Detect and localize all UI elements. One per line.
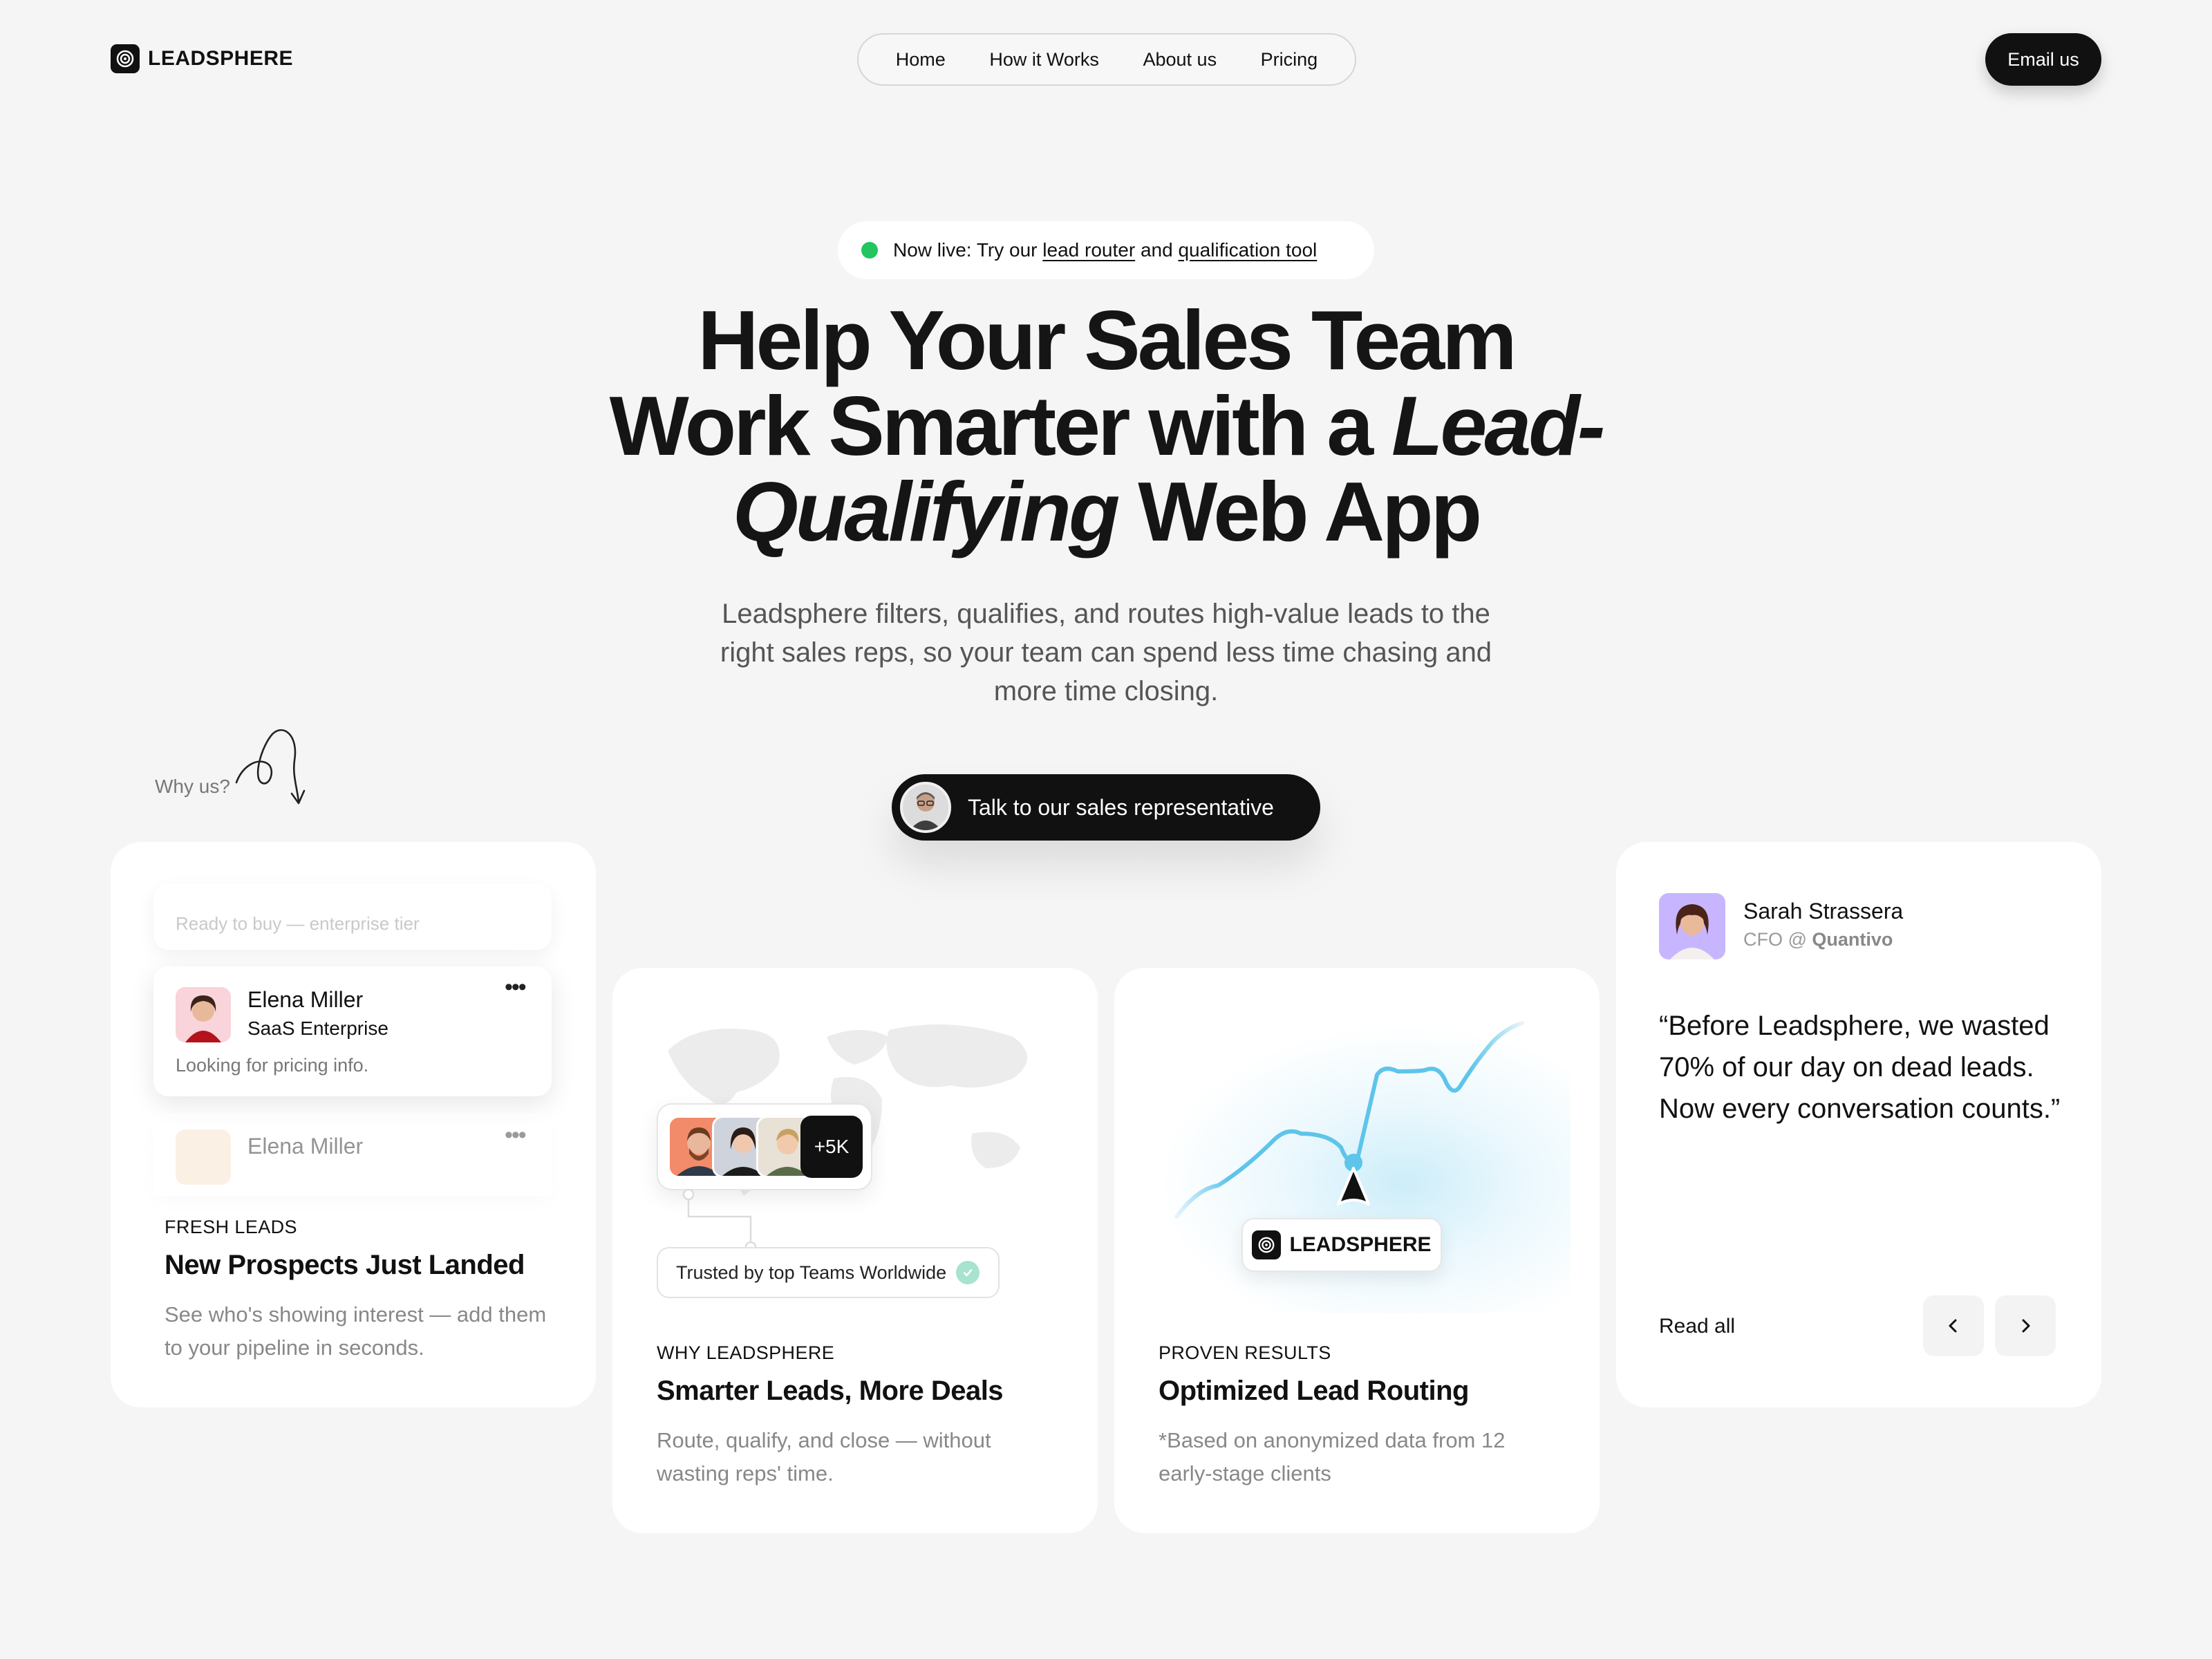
why-us-label: Why us? [155,776,230,797]
lead-avatar [176,987,231,1042]
hero-title-line3a: Qualifying [732,465,1120,559]
brand-logo[interactable]: LEADSPHERE [111,44,293,73]
lead-company: SaaS Enterprise [247,1018,388,1039]
why-leadsphere-title: Smarter Leads, More Deals [657,1376,1004,1406]
main-nav: Home How it Works About us Pricing [857,33,1356,86]
hero-title-line2a: Work Smarter with a [609,379,1391,473]
ghost-lead-text: Ready to buy — enterprise tier [176,913,420,934]
lead-card-faded: Elena Miller ••• [153,1113,552,1196]
fresh-leads-card: Ready to buy — enterprise tier Elena Mil… [111,842,596,1407]
proven-results-eyebrow: PROVEN RESULTS [1159,1342,1331,1363]
fresh-leads-title: New Prospects Just Landed [165,1250,525,1280]
read-all-link[interactable]: Read all [1659,1315,1735,1338]
chevron-right-icon [2022,1319,2030,1333]
email-us-button[interactable]: Email us [1985,33,2101,86]
lead-card[interactable]: Elena Miller SaaS Enterprise Looking for… [153,966,552,1096]
hero-subtitle: Leadsphere filters, qualifies, and route… [720,599,1492,706]
nav-about-us[interactable]: About us [1143,49,1217,71]
why-leadsphere-eyebrow: WHY LEADSPHERE [657,1342,835,1363]
live-status-dot [861,242,878,259]
nav-home[interactable]: Home [896,49,946,71]
prev-testimonial-button[interactable] [1923,1295,1984,1356]
team-avatar-stack: +5K [657,1103,872,1190]
testimonial-role: CFO @ Quantivo [1743,929,1893,950]
qualification-tool-link[interactable]: qualification tool [1178,239,1317,261]
more-dots-icon: ••• [505,1122,527,1148]
more-members-count: +5K [800,1116,863,1178]
cta-label: Talk to our sales representative [968,794,1274,820]
arrow-doodle-icon [235,729,306,805]
check-icon [956,1261,980,1284]
lead-router-link[interactable]: lead router [1042,239,1135,261]
leadsphere-chip: LEADSPHERE [1241,1218,1442,1272]
testimonial-role-prefix: CFO @ [1743,929,1807,950]
location-pin-icon [1337,1167,1370,1206]
testimonial-avatar [1659,893,1725,959]
why-leadsphere-desc: Route, qualify, and close — without wast… [657,1428,991,1485]
connector-line [682,1189,757,1251]
sales-rep-avatar [900,782,951,833]
trusted-text: Trusted by top Teams Worldwide [676,1262,947,1283]
proven-results-title: Optimized Lead Routing [1159,1376,1469,1406]
proven-results-desc: *Based on anonymized data from 12 early-… [1159,1428,1506,1485]
fresh-leads-eyebrow: FRESH LEADS [165,1217,297,1237]
announcement-and: and [1140,239,1173,261]
nav-how-it-works[interactable]: How it Works [989,49,1099,71]
trusted-badge: Trusted by top Teams Worldwide [657,1247,1000,1298]
proven-results-card: LEADSPHERE PROVEN RESULTS Optimized Lead… [1114,968,1600,1533]
hero-title: Help Your Sales Team Work Smarter with a… [415,297,1797,554]
announcement-pill: Now live: Try our lead router and qualif… [838,221,1374,279]
fresh-leads-desc: See who's showing interest — add them to… [165,1302,547,1360]
testimonial-quote: “Before Leadsphere, we wasted 70% of our… [1659,1011,2061,1124]
hero-title-line2b: Lead- [1391,379,1605,473]
lead-card-ghost: Ready to buy — enterprise tier [153,883,552,950]
faded-lead-name: Elena Miller [247,1134,364,1159]
lead-note: Looking for pricing info. [176,1055,369,1076]
brand-name: LEADSPHERE [148,47,294,70]
talk-to-sales-button[interactable]: Talk to our sales representative [892,774,1320,841]
hero-title-line1: Help Your Sales Team [697,293,1517,387]
announcement-prefix: Now live: Try our [893,239,1038,261]
logo-icon [1252,1230,1282,1259]
faded-lead-avatar [176,1130,231,1185]
next-testimonial-button[interactable] [1995,1295,2056,1356]
chip-label: LEADSPHERE [1289,1233,1432,1256]
hero-title-line3b: Web App [1117,465,1482,559]
testimonial-card: Sarah Strassera CFO @ Quantivo “Before L… [1616,842,2101,1407]
testimonial-name: Sarah Strassera [1743,899,1904,924]
nav-pricing[interactable]: Pricing [1261,49,1318,71]
why-leadsphere-card: +5K Trusted by top Teams Worldwide WHY L… [612,968,1098,1533]
more-dots-icon[interactable]: ••• [505,975,527,999]
logo-icon [111,44,140,73]
lead-name: Elena Miller [247,987,364,1012]
chevron-left-icon [1949,1319,1957,1333]
announcement-text: Now live: Try our lead router and qualif… [893,239,1317,261]
testimonial-company: Quantivo [1812,929,1893,950]
